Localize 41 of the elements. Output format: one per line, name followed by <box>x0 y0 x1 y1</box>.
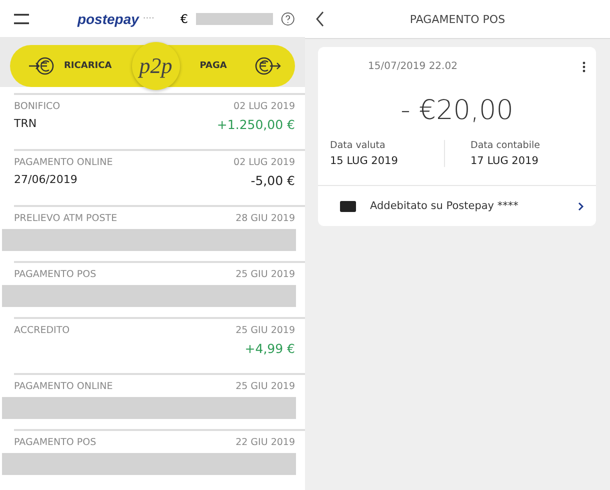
transaction-amount: +4,99 € <box>244 341 295 356</box>
back-icon[interactable] <box>315 11 325 27</box>
transaction-detail: TRN <box>14 117 37 132</box>
transaction-date: 22 GIU 2019 <box>236 437 295 448</box>
logo: postepay <box>77 10 139 26</box>
transaction-date: 25 GIU 2019 <box>236 381 295 392</box>
transaction-datetime: 15/07/2019 22.02 <box>368 61 458 73</box>
page-title: PAGAMENTO POS <box>408 12 506 26</box>
p2p-button[interactable]: p2p <box>132 42 180 90</box>
charged-account[interactable]: Addebitato su Postepay **** <box>370 200 564 212</box>
transaction-date: 02 LUG 2019 <box>234 157 295 168</box>
transaction-type: BONIFICO <box>14 101 60 112</box>
transaction-type: ACCREDITO <box>14 325 70 336</box>
date-value: 15 LUG 2019 <box>330 155 399 167</box>
transaction-amount: +1.250,00 € <box>216 117 295 132</box>
recharge-button[interactable]: RICARICA <box>64 61 112 71</box>
euro-arrow-icon <box>253 55 281 77</box>
transaction-amount: -5,00 € <box>250 173 295 188</box>
transaction-detail: 27/06/2019 <box>14 173 78 188</box>
masked-card-number: ···· <box>142 14 154 24</box>
chevron-icon[interactable] <box>578 202 584 210</box>
transaction-date: 28 GIU 2019 <box>236 213 295 224</box>
currency-symbol: € <box>180 12 188 26</box>
card-icon <box>340 200 356 212</box>
transaction-type: PAGAMENTO ONLINE <box>14 157 113 168</box>
date-label: Data valuta <box>330 140 386 151</box>
help-icon[interactable] <box>281 10 295 26</box>
transaction-type: PRELIEVO ATM POSTE <box>14 213 118 224</box>
euro-arrow-icon <box>28 55 56 77</box>
transaction-type: PAGAMENTO POS <box>14 437 96 448</box>
more-icon[interactable] <box>582 61 586 73</box>
transaction-type: PAGAMENTO ONLINE <box>14 381 113 392</box>
transaction-amount: - €20,00 <box>400 95 514 126</box>
transaction-date: 02 LUG 2019 <box>234 101 295 112</box>
transaction-type: PAGAMENTO POS <box>14 269 96 280</box>
menu-icon[interactable] <box>14 12 30 24</box>
transaction-date: 25 GIU 2019 <box>236 325 295 336</box>
date-value: 17 LUG 2019 <box>470 155 540 167</box>
transaction-date: 25 GIU 2019 <box>236 269 295 280</box>
date-label: Data contabile <box>470 140 541 151</box>
pay-button[interactable]: PAGA <box>200 61 227 71</box>
